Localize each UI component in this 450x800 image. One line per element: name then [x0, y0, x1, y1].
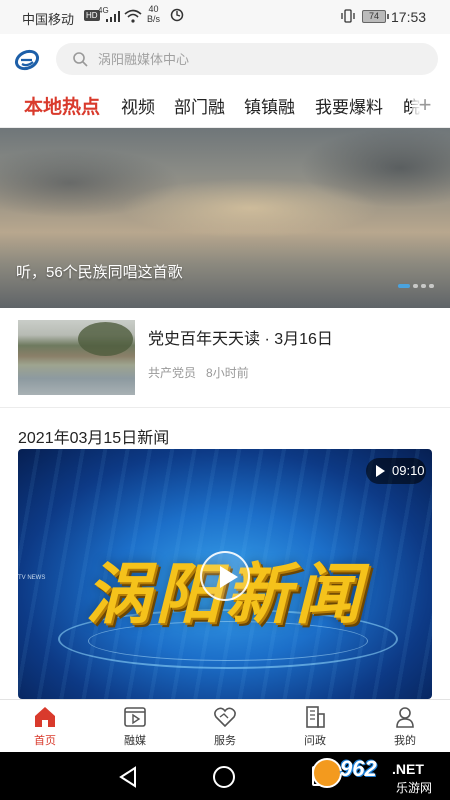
carousel-dot-active — [398, 283, 410, 288]
speed-indicator: 40 B/s — [147, 4, 160, 24]
inquiry-icon — [306, 706, 325, 728]
carousel-indicator — [395, 277, 434, 295]
search-input[interactable] — [98, 43, 418, 75]
site-watermark: 962 .NET 乐游网 — [312, 754, 442, 798]
news-time: 8小时前 — [206, 366, 249, 380]
news-title: 党史百年天天读 · 3月16日 — [148, 331, 333, 348]
watermark-site-name: 乐游网 — [396, 781, 433, 795]
home-button-icon[interactable] — [213, 766, 235, 788]
tab-department[interactable]: 部门融 — [174, 93, 225, 118]
section-title: 2021年03月15日新闻 — [18, 430, 170, 447]
home-icon — [35, 707, 55, 727]
add-tab-button[interactable]: + — [412, 94, 438, 116]
watermark-domain: .NET — [392, 761, 424, 777]
video-card[interactable]: TV NEWS 涡阳新闻 09:10 — [18, 449, 432, 699]
carrier-label: 中国移动 — [22, 12, 75, 27]
battery-indicator: 74 — [362, 10, 389, 23]
news-source: 共产党员 — [148, 366, 197, 380]
speed-unit: B/s — [147, 14, 161, 24]
news-meta: 共产党员 8小时前 — [148, 364, 249, 381]
sync-icon — [170, 8, 184, 22]
watermark-badge-icon — [312, 758, 342, 788]
nav-service-label: 服务 — [214, 735, 236, 747]
app-header — [0, 34, 450, 84]
carousel-dot — [429, 283, 434, 288]
media-icon — [124, 707, 146, 727]
nav-service[interactable]: 服务 — [180, 700, 270, 753]
wifi-icon — [124, 9, 142, 23]
nav-inquiry-label: 问政 — [304, 735, 326, 747]
news-list-item[interactable]: 党史百年天天读 · 3月16日 共产党员 8小时前 — [0, 308, 450, 408]
carousel-dot — [413, 283, 418, 288]
nav-media-label: 融媒 — [124, 735, 146, 747]
back-icon[interactable] — [118, 766, 138, 788]
nav-mine[interactable]: 我的 — [360, 700, 450, 753]
video-duration-badge: 09:10 — [366, 458, 426, 484]
banner-caption: 听，56个民族同唱这首歌 — [16, 264, 183, 281]
video-duration: 09:10 — [392, 463, 425, 478]
banner-cloud — [120, 178, 380, 238]
user-icon — [396, 707, 414, 728]
tab-local-hot[interactable]: 本地热点 — [24, 92, 100, 119]
clock: 17:53 — [391, 9, 427, 25]
nav-home-label: 首页 — [34, 735, 56, 747]
category-tabs: 本地热点 视频 部门融 镇镇融 我要爆料 皖 + — [0, 84, 450, 128]
news-thumbnail — [18, 320, 135, 395]
carousel-dot — [421, 283, 426, 288]
play-button[interactable] — [200, 551, 250, 601]
service-icon — [214, 707, 236, 728]
status-bar: 中国移动 HD 4G 40 B/s 74 17:53 — [0, 0, 450, 34]
search-bar[interactable] — [56, 43, 438, 75]
tab-report[interactable]: 我要爆料 — [315, 93, 383, 118]
vibrate-icon — [341, 9, 355, 23]
signal-icon — [106, 11, 120, 22]
search-icon — [73, 52, 88, 67]
app-logo-icon — [14, 49, 40, 71]
tab-town[interactable]: 镇镇融 — [244, 93, 295, 118]
nav-home[interactable]: 首页 — [0, 700, 90, 753]
nav-mine-label: 我的 — [394, 735, 416, 747]
play-icon — [220, 566, 238, 588]
banner-carousel[interactable]: 听，56个民族同唱这首歌 — [0, 128, 450, 308]
speed-value: 40 — [148, 4, 159, 14]
bottom-nav: 首页 融媒 服务 问政 我的 — [0, 699, 450, 752]
nav-media[interactable]: 融媒 — [90, 700, 180, 753]
thumbnail-tree — [78, 322, 133, 356]
tab-video[interactable]: 视频 — [121, 93, 155, 118]
nav-inquiry[interactable]: 问政 — [270, 700, 360, 753]
watermark-number: 962 — [340, 756, 377, 781]
play-small-icon — [376, 465, 385, 477]
